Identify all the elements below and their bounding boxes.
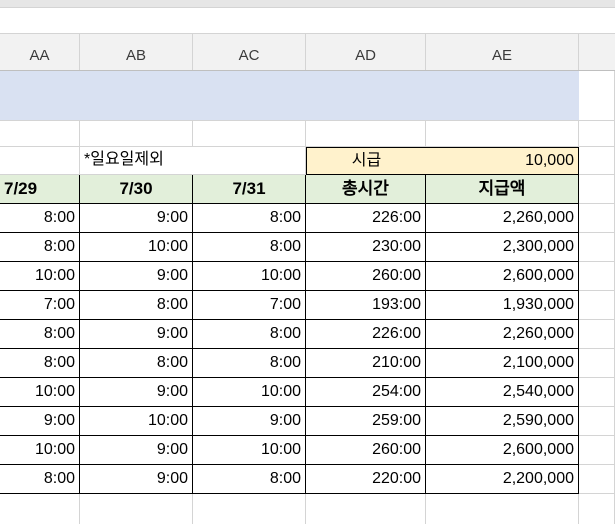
cell-pay-amount[interactable]: 2,260,000 xyxy=(426,204,579,233)
column-header-ac[interactable]: AC xyxy=(193,34,306,70)
formula-bar[interactable] xyxy=(0,8,615,34)
cell-7-29[interactable]: 8:00 xyxy=(0,465,80,494)
cell-7-30[interactable]: 10:00 xyxy=(80,233,193,262)
empty-cell[interactable] xyxy=(193,494,306,524)
cell-total-hours[interactable]: 259:00 xyxy=(306,407,426,436)
cell-7-29[interactable]: 8:00 xyxy=(0,204,80,233)
cell-7-31[interactable]: 9:00 xyxy=(193,407,306,436)
cell-7-30[interactable]: 9:00 xyxy=(80,320,193,349)
empty-cell[interactable] xyxy=(579,121,615,147)
cell-7-30[interactable]: 9:00 xyxy=(80,436,193,465)
cell-pay-amount[interactable]: 2,540,000 xyxy=(426,378,579,407)
cell-7-31[interactable]: 8:00 xyxy=(193,349,306,378)
cell-7-30[interactable]: 9:00 xyxy=(80,262,193,291)
empty-cell[interactable] xyxy=(0,494,80,524)
cell-7-31[interactable]: 10:00 xyxy=(193,262,306,291)
cell-7-29[interactable]: 10:00 xyxy=(0,262,80,291)
empty-cell[interactable] xyxy=(579,71,615,121)
empty-cell[interactable] xyxy=(0,147,80,175)
empty-cell[interactable] xyxy=(306,494,426,524)
cell-pay-amount[interactable]: 1,930,000 xyxy=(426,291,579,320)
header-cell-total-hours[interactable]: 총시간 xyxy=(306,175,426,204)
rate-label-cell[interactable]: 시급 xyxy=(306,147,427,175)
empty-cell[interactable] xyxy=(579,233,615,262)
blue-band-cell[interactable] xyxy=(0,71,579,121)
cell-pay-amount[interactable]: 2,590,000 xyxy=(426,407,579,436)
cell-7-31[interactable]: 7:00 xyxy=(193,291,306,320)
empty-cell[interactable] xyxy=(426,121,579,147)
column-header-ab[interactable]: AB xyxy=(80,34,193,70)
empty-cell[interactable] xyxy=(579,175,615,204)
cell-7-29[interactable]: 8:00 xyxy=(0,320,80,349)
cell-7-31[interactable]: 10:00 xyxy=(193,378,306,407)
cell-total-hours[interactable]: 260:00 xyxy=(306,262,426,291)
empty-cell[interactable] xyxy=(579,262,615,291)
cell-7-29[interactable]: 8:00 xyxy=(0,233,80,262)
cell-total-hours[interactable]: 260:00 xyxy=(306,436,426,465)
empty-cell[interactable] xyxy=(80,121,193,147)
cell-pay-amount[interactable]: 2,200,000 xyxy=(426,465,579,494)
header-cell-7-29[interactable]: 7/29 xyxy=(0,175,80,204)
empty-cell[interactable] xyxy=(80,494,193,524)
empty-cell[interactable] xyxy=(0,121,80,147)
cell-7-31[interactable]: 10:00 xyxy=(193,436,306,465)
empty-cell[interactable] xyxy=(426,494,579,524)
empty-cell[interactable] xyxy=(579,494,615,524)
note-cell[interactable]: *일요일제외 xyxy=(80,147,306,175)
header-cell-pay-amount[interactable]: 지급액 xyxy=(426,175,579,204)
cell-7-31[interactable]: 8:00 xyxy=(193,320,306,349)
cell-7-31[interactable]: 8:00 xyxy=(193,233,306,262)
cell-total-hours[interactable]: 230:00 xyxy=(306,233,426,262)
cell-pay-amount[interactable]: 2,260,000 xyxy=(426,320,579,349)
cell-total-hours[interactable]: 193:00 xyxy=(306,291,426,320)
empty-cell[interactable] xyxy=(579,407,615,436)
sheet-grid[interactable]: *일요일제외 시급 10,000 7/29 7/30 7/31 총시간 지급액 … xyxy=(0,71,615,524)
cell-7-30[interactable]: 10:00 xyxy=(80,407,193,436)
cell-7-30[interactable]: 9:00 xyxy=(80,378,193,407)
ribbon-edge xyxy=(0,0,615,8)
cell-7-29[interactable]: 10:00 xyxy=(0,436,80,465)
cell-7-30[interactable]: 9:00 xyxy=(80,465,193,494)
cell-pay-amount[interactable]: 2,600,000 xyxy=(426,436,579,465)
empty-cell[interactable] xyxy=(579,147,615,175)
cell-total-hours[interactable]: 220:00 xyxy=(306,465,426,494)
cell-7-29[interactable]: 10:00 xyxy=(0,378,80,407)
empty-cell[interactable] xyxy=(579,436,615,465)
cell-pay-amount[interactable]: 2,100,000 xyxy=(426,349,579,378)
empty-cell[interactable] xyxy=(579,204,615,233)
header-cell-7-31[interactable]: 7/31 xyxy=(193,175,306,204)
empty-cell[interactable] xyxy=(579,291,615,320)
cell-7-29[interactable]: 8:00 xyxy=(0,349,80,378)
cell-total-hours[interactable]: 254:00 xyxy=(306,378,426,407)
empty-cell[interactable] xyxy=(579,378,615,407)
empty-cell[interactable] xyxy=(306,121,426,147)
cell-total-hours[interactable]: 210:00 xyxy=(306,349,426,378)
cell-total-hours[interactable]: 226:00 xyxy=(306,204,426,233)
cell-pay-amount[interactable]: 2,300,000 xyxy=(426,233,579,262)
cell-7-31[interactable]: 8:00 xyxy=(193,465,306,494)
empty-cell[interactable] xyxy=(193,121,306,147)
column-header-aa[interactable]: AA xyxy=(0,34,80,70)
cell-7-29[interactable]: 7:00 xyxy=(0,291,80,320)
cell-7-31[interactable]: 8:00 xyxy=(193,204,306,233)
empty-cell[interactable] xyxy=(579,349,615,378)
column-header-bar: AA AB AC AD AE xyxy=(0,34,615,71)
cell-7-30[interactable]: 9:00 xyxy=(80,204,193,233)
rate-value-cell[interactable]: 10,000 xyxy=(426,147,579,175)
cell-7-29[interactable]: 9:00 xyxy=(0,407,80,436)
cell-7-30[interactable]: 8:00 xyxy=(80,291,193,320)
empty-cell[interactable] xyxy=(579,465,615,494)
header-cell-7-30[interactable]: 7/30 xyxy=(80,175,193,204)
column-header-ad[interactable]: AD xyxy=(306,34,426,70)
cell-7-30[interactable]: 8:00 xyxy=(80,349,193,378)
cell-pay-amount[interactable]: 2,600,000 xyxy=(426,262,579,291)
cell-total-hours[interactable]: 226:00 xyxy=(306,320,426,349)
column-header-ae[interactable]: AE xyxy=(426,34,579,70)
empty-cell[interactable] xyxy=(579,320,615,349)
